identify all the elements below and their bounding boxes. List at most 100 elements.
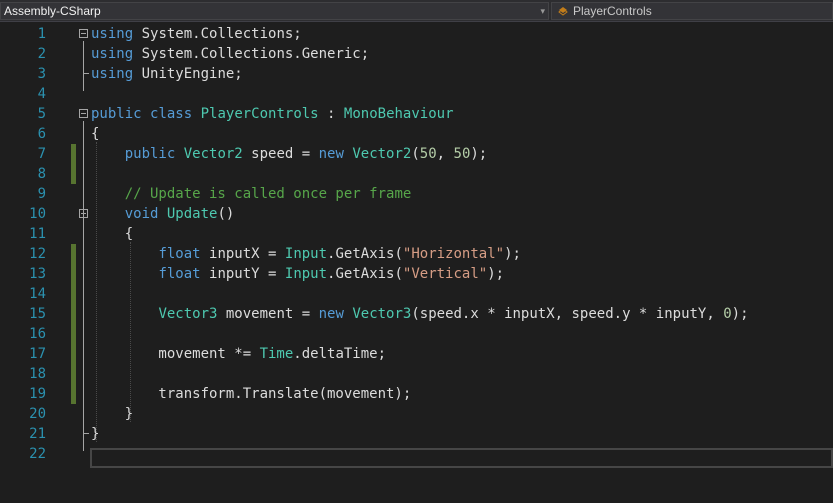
code-text: float inputX = Input.GetAxis("Horizontal… xyxy=(91,244,521,264)
collapse-icon[interactable] xyxy=(79,209,88,218)
project-dropdown-label: Assembly-CSharp xyxy=(4,4,101,18)
line-number: 19 xyxy=(29,386,46,402)
code-token: System.Collections.Generic; xyxy=(133,46,370,62)
code-token: ); xyxy=(731,306,749,322)
collapse-end-marker xyxy=(83,433,89,434)
code-line[interactable]: 15 Vector3 movement = new Vector3(speed.… xyxy=(0,304,833,324)
code-token: // Update is called once per frame xyxy=(124,186,412,202)
code-line[interactable]: 11 { xyxy=(0,224,833,244)
code-line[interactable]: 22 xyxy=(0,444,833,464)
code-token: Input xyxy=(284,266,328,282)
project-dropdown[interactable]: Assembly-CSharp ▾ xyxy=(0,2,549,20)
collapse-icon[interactable] xyxy=(79,109,88,118)
line-number: 1 xyxy=(37,26,46,42)
code-line[interactable]: 9 // Update is called once per frame xyxy=(0,184,833,204)
change-indicator xyxy=(71,244,76,264)
line-number: 21 xyxy=(29,426,46,442)
change-indicator xyxy=(71,364,76,384)
line-number: 5 xyxy=(37,106,46,122)
line-number: 15 xyxy=(29,306,46,322)
code-token: using xyxy=(91,66,134,82)
code-token: : xyxy=(318,106,344,122)
code-token: .deltaTime; xyxy=(293,346,387,362)
code-text: transform.Translate(movement); xyxy=(91,384,411,404)
code-line[interactable]: 10 void Update() xyxy=(0,204,833,224)
code-token: UnityEngine; xyxy=(133,66,243,82)
code-token: Input xyxy=(284,246,328,262)
code-token: Vector3 xyxy=(158,306,218,322)
code-text: { xyxy=(91,224,133,244)
code-token: movement *= xyxy=(91,346,260,362)
code-line[interactable]: 5 public class PlayerControls : MonoBehav… xyxy=(0,104,833,124)
code-line[interactable]: 2 using System.Collections.Generic; xyxy=(0,44,833,64)
code-line[interactable]: 14 xyxy=(0,284,833,304)
code-text: { xyxy=(91,124,99,144)
code-text: public Vector2 speed = new Vector2(50, 5… xyxy=(91,144,488,164)
change-indicator xyxy=(71,324,76,344)
code-token: "Horizontal" xyxy=(402,246,505,262)
code-token: 0 xyxy=(723,306,732,322)
code-line[interactable]: 16 xyxy=(0,324,833,344)
code-token: } xyxy=(91,406,134,422)
code-line[interactable]: 3 using UnityEngine; xyxy=(0,64,833,84)
code-token: PlayerControls xyxy=(200,106,319,122)
code-token: speed = xyxy=(242,146,319,162)
code-token: using xyxy=(91,26,134,42)
code-token: Vector2 xyxy=(352,146,412,162)
code-token: Vector2 xyxy=(183,146,243,162)
code-token: "Vertical" xyxy=(402,266,488,282)
code-token: class xyxy=(150,106,193,122)
line-number: 13 xyxy=(29,266,46,282)
code-text: movement *= Time.deltaTime; xyxy=(91,344,386,364)
code-line[interactable]: 17 movement *= Time.deltaTime; xyxy=(0,344,833,364)
code-token: Update xyxy=(166,206,218,222)
line-number: 18 xyxy=(29,366,46,382)
change-indicator xyxy=(71,384,76,404)
code-line[interactable]: 12 float inputX = Input.GetAxis("Horizon… xyxy=(0,244,833,264)
code-token: new xyxy=(318,306,344,322)
line-number: 3 xyxy=(37,66,46,82)
code-token: public xyxy=(91,106,142,122)
class-icon xyxy=(558,7,568,16)
code-line[interactable]: 19 transform.Translate(movement); xyxy=(0,384,833,404)
code-line[interactable]: 20 } xyxy=(0,404,833,424)
code-token: public xyxy=(124,146,176,162)
code-line[interactable]: 21} xyxy=(0,424,833,444)
line-number: 22 xyxy=(29,446,46,462)
line-number: 10 xyxy=(29,206,46,222)
code-line[interactable]: 18 xyxy=(0,364,833,384)
navigation-bar: Assembly-CSharp ▾ PlayerControls xyxy=(0,0,833,22)
code-editor[interactable]: 1 using System.Collections; 2 using System.… xyxy=(0,22,833,503)
code-text: } xyxy=(91,404,133,424)
line-number: 20 xyxy=(29,406,46,422)
dropdown-arrow-icon[interactable]: ▾ xyxy=(540,3,545,19)
code-token: inputX = xyxy=(200,246,285,262)
code-line[interactable]: 6{ xyxy=(0,124,833,144)
code-token: inputY = xyxy=(200,266,285,282)
type-dropdown[interactable]: PlayerControls xyxy=(551,2,833,20)
collapse-icon[interactable] xyxy=(79,29,88,38)
code-token: ); xyxy=(504,246,521,262)
collapse-end-marker xyxy=(83,73,89,74)
code-token: Vector3 xyxy=(352,306,412,322)
code-line[interactable]: 4 xyxy=(0,84,833,104)
code-line[interactable]: 8 xyxy=(0,164,833,184)
line-number: 16 xyxy=(29,326,46,342)
code-token: float xyxy=(158,266,201,282)
code-text: using System.Collections.Generic; xyxy=(91,44,369,64)
code-line[interactable]: 1 using System.Collections; xyxy=(0,24,833,44)
code-token: { xyxy=(91,226,134,242)
code-token: , xyxy=(436,146,454,162)
code-line[interactable]: 7 public Vector2 speed = new Vector2(50,… xyxy=(0,144,833,164)
line-number: 17 xyxy=(29,346,46,362)
change-indicator xyxy=(71,264,76,284)
code-token: ( xyxy=(411,146,420,162)
code-text: // Update is called once per frame xyxy=(91,184,412,204)
code-line[interactable]: 13 float inputY = Input.GetAxis("Vertica… xyxy=(0,264,833,284)
